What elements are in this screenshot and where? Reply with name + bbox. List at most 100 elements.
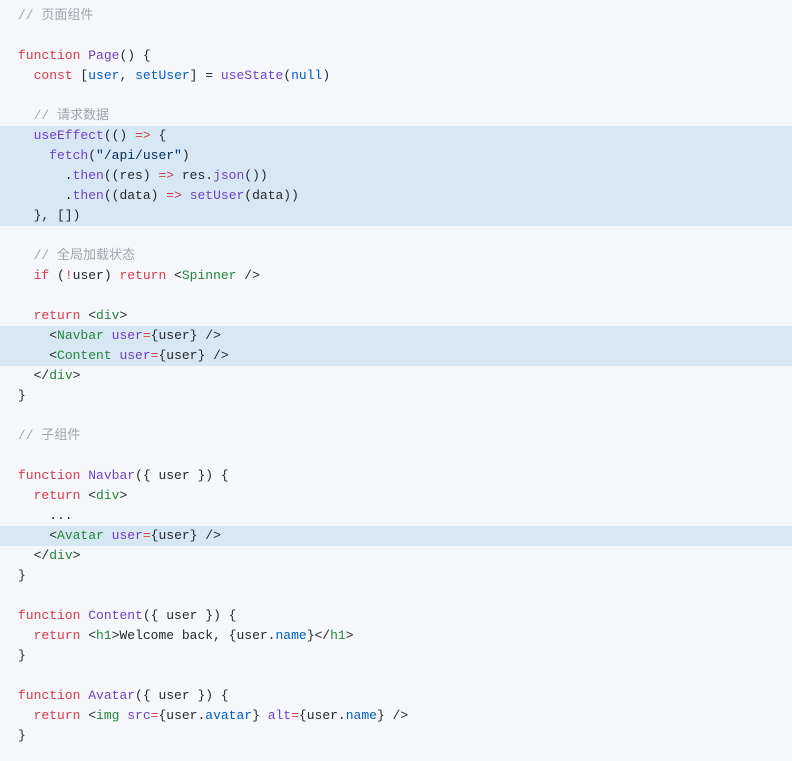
code-token: img <box>96 708 119 723</box>
code-token <box>18 708 34 723</box>
code-line: .then((data) => setUser(data)) <box>0 186 792 206</box>
code-token <box>18 448 34 463</box>
code-token: > <box>346 628 354 643</box>
code-token: user <box>166 608 197 623</box>
code-token: user <box>112 528 143 543</box>
code-token: { <box>151 128 167 143</box>
code-line: // 页面组件 <box>0 6 792 26</box>
code-token: [ <box>73 68 89 83</box>
code-token: Content <box>57 348 112 363</box>
code-token: h1 <box>96 628 112 643</box>
code-token: = <box>143 528 151 543</box>
code-token <box>18 308 34 323</box>
code-token: useEffect <box>34 128 104 143</box>
code-line <box>0 286 792 306</box>
code-token: < <box>80 488 96 503</box>
code-token: < <box>80 628 96 643</box>
code-token: = <box>143 328 151 343</box>
code-token <box>18 488 34 503</box>
code-token: => <box>135 128 151 143</box>
code-token: > <box>119 488 127 503</box>
code-token: = <box>291 708 299 723</box>
code-token: user <box>88 68 119 83</box>
code-token: res. <box>174 168 213 183</box>
code-line: <Avatar user={user} /> <box>0 526 792 546</box>
code-token: ()) <box>244 168 267 183</box>
code-token: div <box>96 308 119 323</box>
code-token <box>104 328 112 343</box>
code-token: setUser <box>190 188 245 203</box>
code-token: < <box>80 308 96 323</box>
code-line: // 请求数据 <box>0 106 792 126</box>
code-token: {user} /> <box>151 328 221 343</box>
code-token: (data)) <box>244 188 299 203</box>
code-token: div <box>96 488 119 503</box>
code-token <box>18 148 49 163</box>
code-line: function Page() { <box>0 46 792 66</box>
code-token: ({ <box>135 688 158 703</box>
code-token: {user. <box>299 708 346 723</box>
code-token: , <box>119 68 135 83</box>
code-token: ) <box>182 148 190 163</box>
code-token: function <box>18 608 80 623</box>
code-line: ... <box>0 506 792 526</box>
code-token: then <box>73 168 104 183</box>
code-token <box>18 28 34 43</box>
code-token <box>182 188 190 203</box>
code-token: Avatar <box>57 528 104 543</box>
code-line <box>0 666 792 686</box>
code-token: // 子组件 <box>18 428 80 443</box>
code-token: Avatar <box>88 688 135 703</box>
code-token: const <box>34 68 73 83</box>
code-token: } <box>18 568 26 583</box>
code-token: } <box>18 728 26 743</box>
code-token: ( <box>49 268 65 283</box>
code-token: null <box>291 68 322 83</box>
code-token: }) { <box>190 468 229 483</box>
code-token: ) <box>151 188 167 203</box>
code-token: ) <box>322 68 330 83</box>
code-token: ( <box>283 68 291 83</box>
code-token <box>18 588 34 603</box>
code-line: // 子组件 <box>0 426 792 446</box>
code-token: </ <box>18 548 49 563</box>
code-token: name <box>275 628 306 643</box>
code-line <box>0 226 792 246</box>
code-token: if <box>34 268 50 283</box>
code-token: user <box>158 468 189 483</box>
code-token: function <box>18 688 80 703</box>
code-line: </div> <box>0 546 792 566</box>
code-token: > <box>73 368 81 383</box>
code-line: } <box>0 386 792 406</box>
code-line: } <box>0 726 792 746</box>
code-line <box>0 86 792 106</box>
code-token: ({ <box>143 608 166 623</box>
code-token: < <box>18 528 57 543</box>
code-line: function Avatar({ user }) { <box>0 686 792 706</box>
code-token: data <box>119 188 150 203</box>
code-token: < <box>166 268 182 283</box>
code-token: /> <box>236 268 259 283</box>
code-token: div <box>49 548 72 563</box>
code-token: } <box>18 648 26 663</box>
code-block: // 页面组件 function Page() { const [user, s… <box>0 6 792 746</box>
code-token <box>18 248 34 263</box>
code-line: }, []) <box>0 206 792 226</box>
code-token: h1 <box>330 628 346 643</box>
code-token <box>18 288 34 303</box>
code-token: function <box>18 48 80 63</box>
code-line: .then((res) => res.json()) <box>0 166 792 186</box>
code-token: < <box>18 328 57 343</box>
code-line: } <box>0 566 792 586</box>
code-line: // 全局加载状态 <box>0 246 792 266</box>
code-token <box>104 528 112 543</box>
code-token: ] = <box>190 68 221 83</box>
code-token: (( <box>104 188 120 203</box>
code-token: ! <box>65 268 73 283</box>
code-token: ( <box>88 148 96 163</box>
code-token: return <box>34 708 81 723</box>
code-token: avatar <box>205 708 252 723</box>
code-token: // 页面组件 <box>18 8 93 23</box>
code-line: <Navbar user={user} /> <box>0 326 792 346</box>
code-line: function Content({ user }) { <box>0 606 792 626</box>
